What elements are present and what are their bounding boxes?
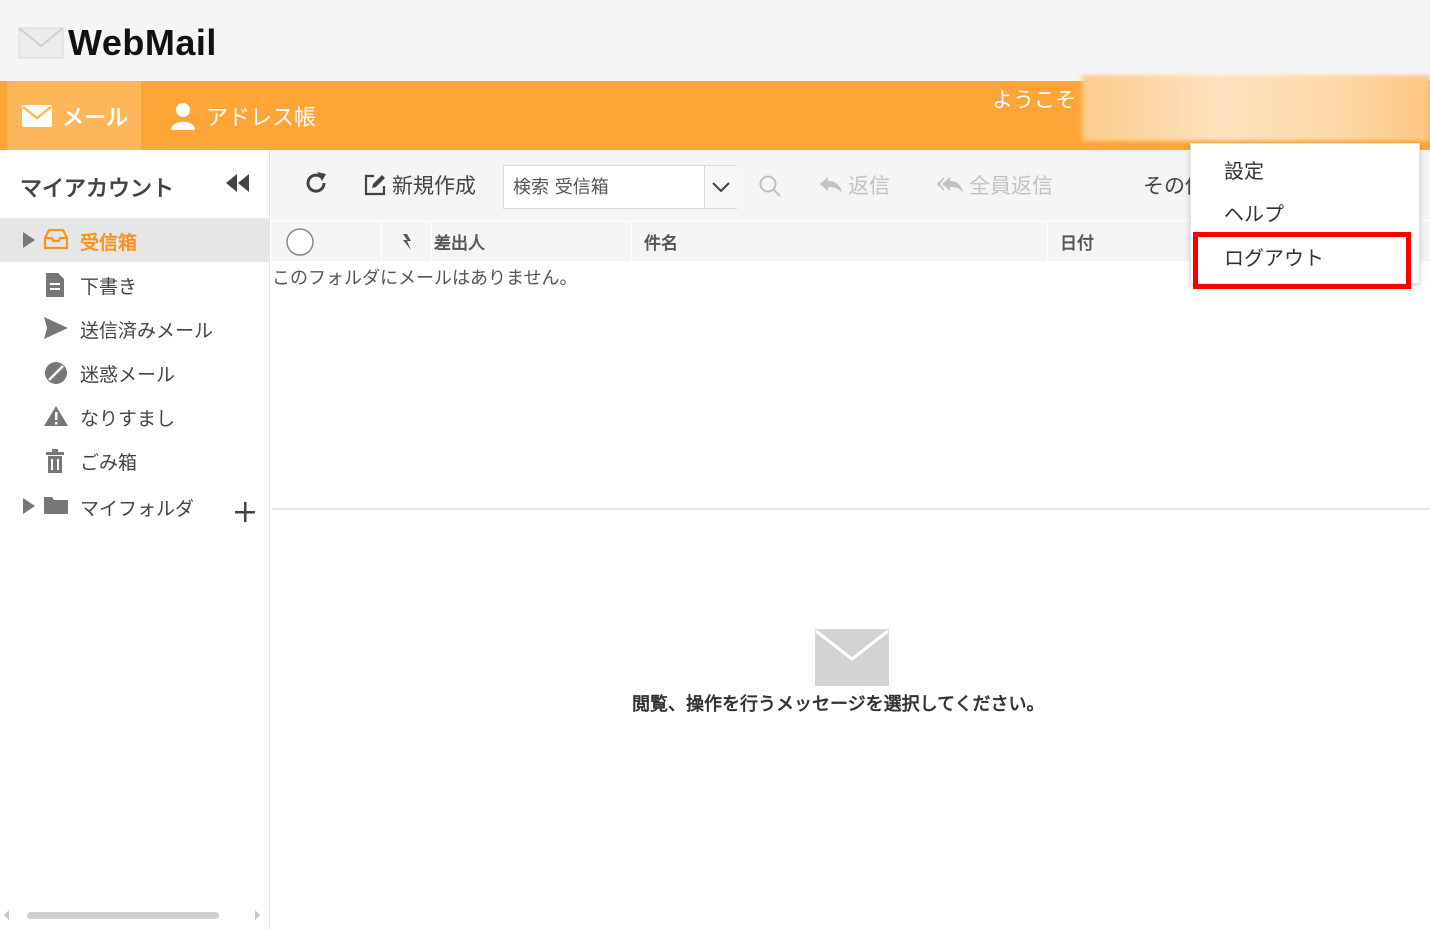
chevron-down-icon (712, 182, 730, 193)
collapse-sidebar-icon[interactable] (225, 174, 251, 192)
column-date-label: 日付 (1060, 234, 1094, 254)
nav-tab-mail-label: メール (62, 105, 129, 131)
empty-folder-message: このフォルダにメールはありません。 (272, 268, 578, 289)
select-all-column (271, 221, 381, 262)
account-title: マイアカウント (20, 177, 175, 202)
welcome-text: ようこそ (992, 88, 1076, 112)
folder-spam[interactable]: 迷惑メール (0, 350, 270, 394)
sidebar: マイアカウント 受信箱 下書き 送信済みメール 迷惑メール なりすまし ごみ箱 … (0, 150, 270, 930)
search-field[interactable] (503, 165, 737, 209)
folder-spam-label: 迷惑メール (80, 364, 176, 386)
sidebar-header: マイアカウント (0, 150, 270, 218)
expand-arrow-icon[interactable] (23, 232, 35, 248)
logout-highlight-box (1193, 232, 1411, 289)
trash-icon (46, 449, 64, 473)
main-navbar: メール アドレス帳 ようこそ (0, 75, 1430, 150)
column-subject[interactable]: 件名 (631, 221, 1047, 262)
logo-text: WebMail (68, 22, 217, 63)
sort-flag-icon (402, 233, 411, 250)
scroll-left-arrow-icon[interactable] (4, 910, 9, 920)
scroll-right-arrow-icon[interactable] (255, 910, 260, 920)
folder-spoofing-label: なりすまし (80, 408, 176, 430)
flag-column[interactable] (381, 221, 431, 262)
preview-envelope-icon (815, 629, 889, 686)
folder-inbox[interactable]: 受信箱 (0, 218, 270, 262)
send-icon (44, 317, 68, 339)
preview-placeholder-message: 閲覧、操作を行うメッセージを選択してください。 (632, 694, 1045, 715)
select-all-checkbox[interactable] (285, 227, 315, 257)
logo-envelope-icon (18, 27, 64, 59)
blocked-icon (45, 362, 67, 384)
search-button[interactable] (758, 174, 787, 198)
compose-label: 新規作成 (392, 174, 476, 198)
user-name-redacted (1082, 75, 1430, 141)
reply-all-label: 全員返信 (969, 174, 1053, 198)
folder-sent[interactable]: 送信済みメール (0, 306, 270, 350)
search-icon (759, 175, 781, 197)
column-from-label: 差出人 (434, 234, 485, 254)
compose-icon (364, 174, 386, 196)
menu-item-settings[interactable]: 設定 (1224, 155, 1264, 184)
scrollbar-thumb[interactable] (27, 912, 219, 919)
reply-label: 返信 (848, 174, 890, 198)
refresh-button[interactable] (303, 170, 334, 196)
webmail-logo[interactable]: WebMail (18, 22, 217, 64)
folder-drafts-label: 下書き (80, 276, 138, 298)
folder-spoofing[interactable]: なりすまし (0, 394, 270, 438)
nav-tab-mail[interactable]: メール (7, 81, 141, 150)
folder-icon (44, 497, 68, 514)
app-header: WebMail (0, 0, 1430, 81)
person-icon (171, 102, 195, 130)
folder-trash[interactable]: ごみ箱 (0, 438, 270, 482)
refresh-icon (306, 172, 326, 193)
search-input[interactable] (504, 166, 704, 208)
sidebar-horizontal-scrollbar[interactable] (0, 907, 270, 923)
reply-all-button[interactable]: 全員返信 (936, 170, 1053, 200)
reply-button[interactable]: 返信 (819, 170, 890, 200)
folder-my-folders-label: マイフォルダ (80, 498, 195, 520)
column-subject-label: 件名 (644, 234, 678, 254)
search-scope-dropdown[interactable] (704, 166, 737, 208)
compose-button[interactable]: 新規作成 (363, 170, 476, 200)
pane-divider[interactable] (271, 508, 1430, 510)
document-icon (46, 273, 64, 297)
folder-sent-label: 送信済みメール (80, 320, 214, 342)
nav-tab-address-book[interactable]: アドレス帳 (168, 81, 316, 150)
reply-icon (820, 177, 842, 193)
folder-trash-label: ごみ箱 (80, 452, 138, 474)
column-from[interactable]: 差出人 (431, 221, 631, 262)
add-folder-icon[interactable] (233, 500, 257, 524)
folder-my-folders[interactable]: マイフォルダ (0, 484, 270, 528)
folder-inbox-label: 受信箱 (80, 232, 138, 254)
expand-arrow-icon[interactable] (23, 498, 35, 514)
reply-all-icon (937, 177, 963, 193)
warning-icon (44, 406, 68, 426)
folder-drafts[interactable]: 下書き (0, 262, 270, 306)
nav-tab-address-book-label: アドレス帳 (206, 105, 317, 131)
envelope-icon (22, 104, 52, 127)
menu-item-help[interactable]: ヘルプ (1224, 198, 1284, 227)
inbox-icon (43, 228, 69, 250)
